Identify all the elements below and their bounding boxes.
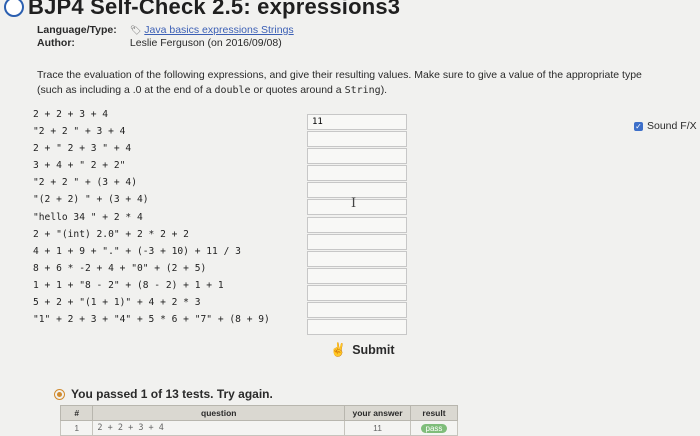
answer-field-8[interactable]	[307, 233, 407, 250]
col-header-your-answer: your answer	[344, 405, 411, 421]
results-table: # question your answer result 1 2 + 2 + …	[59, 405, 459, 436]
col-header-question: question	[92, 405, 346, 421]
expression-12: 5 + 2 + "(1 + 1)" + 4 + 2 * 3	[33, 297, 201, 309]
expression-2: "2 + 2 " + 3 + 4	[33, 126, 126, 138]
tag-icon: 🏷	[129, 25, 142, 35]
warning-circle-icon	[54, 388, 65, 400]
author-value: Leslie Ferguson (on 2016/09/08)	[129, 37, 282, 49]
language-row: Language/Type: 🏷 Java basics expressions…	[37, 24, 294, 36]
row-number: 1	[59, 420, 94, 436]
results-header-row: # question your answer result	[59, 405, 459, 421]
expression-6: "(2 + 2) " + (3 + 4)	[33, 194, 149, 206]
instructions-line1: Trace the evaluation of the following ex…	[37, 69, 642, 81]
language-value[interactable]: Java basics expressions Strings	[144, 24, 293, 36]
result-status: You passed 1 of 13 tests. Try again.	[54, 387, 273, 401]
submit-label: Submit	[352, 343, 395, 357]
answer-field-1[interactable]	[307, 114, 407, 130]
expression-9: 4 + 1 + 9 + "." + (-3 + 10) + 11 / 3	[33, 245, 241, 257]
expression-3: 2 + " 2 + 3 " + 4	[33, 143, 132, 155]
answer-field-12[interactable]	[307, 302, 407, 319]
page-title: BJP4 Self-Check 2.5: expressions3	[28, 0, 401, 19]
title-bar: BJP4 Self-Check 2.5: expressions3	[0, 0, 400, 20]
instructions-line2-pre: (such as including a .0 at the end of a	[37, 84, 215, 96]
answer-field-6[interactable]	[307, 199, 407, 216]
col-header-result: result	[409, 405, 459, 421]
text-cursor-icon: I	[351, 196, 357, 211]
language-label: Language/Type:	[37, 24, 117, 36]
answer-field-9[interactable]	[307, 250, 407, 267]
answer-field-4[interactable]	[307, 165, 407, 182]
answer-field-2[interactable]	[307, 131, 407, 148]
instructions-line2-mid: or quotes around a	[250, 84, 345, 96]
expression-list: 2 + 2 + 3 + 4 "2 + 2 " + 3 + 4 2 + " 2 + 3…	[33, 106, 270, 328]
expression-10: 8 + 6 * -2 + 4 + "0" + (2 + 5)	[33, 262, 207, 274]
sound-fx-toggle[interactable]: ✓ Sound F/X	[634, 120, 697, 132]
sound-fx-label: Sound F/X	[647, 120, 697, 132]
expression-13: "1" + 2 + 3 + "4" + 5 * 6 + "7" + (8 + 9…	[33, 314, 270, 326]
row-question: 2 + 2 + 3 + 4	[92, 420, 346, 436]
status-circle-icon	[4, 0, 24, 17]
author-row: Author: Leslie Ferguson (on 2016/09/08)	[37, 37, 282, 49]
answer-field-10[interactable]	[307, 267, 407, 284]
string-keyword: String	[344, 85, 381, 96]
answer-list	[307, 114, 407, 336]
expression-4: 3 + 4 + " 2 + 2"	[33, 160, 126, 172]
table-row: 1 2 + 2 + 3 + 4 11 pass	[59, 420, 459, 436]
expression-5: "2 + 2 " + (3 + 4)	[33, 177, 137, 189]
instructions: Trace the evaluation of the following ex…	[37, 68, 687, 98]
expression-7: "hello 34 " + 2 * 4	[33, 211, 143, 223]
expression-11: 1 + 1 + "8 - 2" + (8 - 2) + 1 + 1	[33, 279, 224, 291]
author-label: Author:	[37, 37, 75, 49]
answer-field-7[interactable]	[307, 216, 407, 233]
expression-1: 2 + 2 + 3 + 4	[33, 109, 109, 120]
answer-field-3[interactable]	[307, 148, 407, 165]
instructions-line2-end: ).	[380, 84, 388, 96]
checkbox-checked-icon[interactable]: ✓	[634, 121, 643, 131]
expression-8: 2 + "(int) 2.0" + 2 * 2 + 2	[33, 228, 189, 240]
double-keyword: double	[214, 85, 251, 96]
answer-field-11[interactable]	[307, 284, 407, 301]
row-your-answer: 11	[344, 420, 411, 436]
row-result: pass	[409, 420, 459, 436]
result-message: You passed 1 of 13 tests. Try again.	[71, 387, 273, 401]
answer-field-5[interactable]	[307, 182, 407, 199]
col-header-number: #	[59, 405, 94, 421]
pointer-hand-icon: ✌	[330, 342, 347, 357]
submit-button[interactable]: ✌ Submit	[330, 342, 395, 358]
answer-field-13[interactable]	[307, 319, 407, 336]
